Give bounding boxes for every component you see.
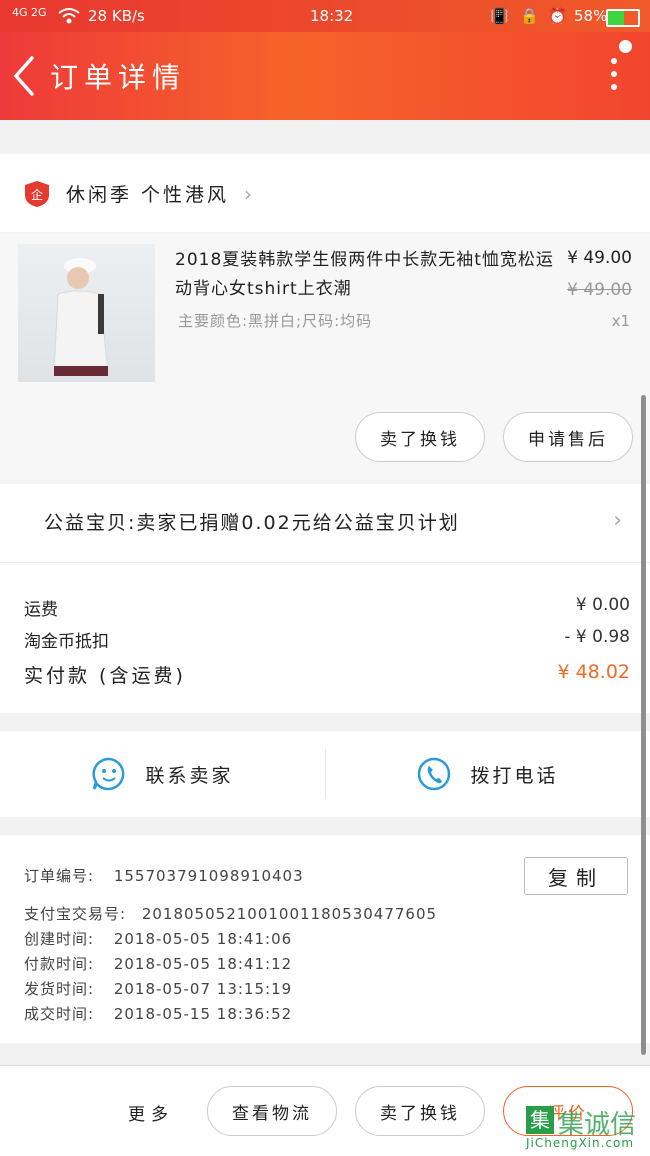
net-speed: 28 KB/s [88,7,145,25]
paid-time-row: 付款时间: 2018-05-05 18:41:12 [24,953,292,974]
network-indicator: 4G 2G [12,6,47,19]
fee-value: - ¥ 0.98 [564,627,630,647]
view-logistics-button[interactable]: 查看物流 [207,1086,337,1136]
product-quantity: x1 [611,312,630,330]
product-price: ¥ 49.00 [567,248,632,268]
lock-icon: 🔒 [520,7,539,25]
call-label: 拨打电话 [470,764,559,787]
battery-percent: 58% [574,7,608,25]
watermark-logo: 集 [526,1106,554,1134]
wifi-icon [58,7,80,29]
info-label: 付款时间: [24,955,95,973]
product-thumbnail[interactable] [18,244,155,382]
shipped-time-row: 发货时间: 2018-05-07 13:15:19 [24,978,292,999]
product-title[interactable]: 2018夏装韩款学生假两件中长款无袖t恤宽松运动背心女tshirt上衣潮 [175,246,565,304]
chat-icon [92,757,125,791]
status-bar: 4G 2G 28 KB/s 18:32 📳 🔒 ⏰ 58% [0,0,650,32]
watermark: 集 集诚信 JiChengXin.com [526,1106,644,1152]
vibrate-icon: 📳 [490,7,509,25]
order-number: 155703791098910403 [113,867,304,885]
store-row[interactable]: 企 休闲季 个性港风 › [0,154,650,232]
order-item: 2018夏装韩款学生假两件中长款无袖t恤宽松运动背心女tshirt上衣潮 主要颜… [0,234,650,480]
battery-icon [606,9,640,27]
call-button[interactable]: 拨打电话 [325,731,650,817]
total-paid-value: ¥ 48.02 [557,661,630,683]
resell-button[interactable]: 卖了换钱 [355,412,485,462]
product-original-price: ¥ 49.00 [567,280,632,300]
after-sale-button[interactable]: 申请售后 [503,412,633,462]
fee-label: 运费 [24,600,58,620]
contact-seller-label: 联系卖家 [145,764,234,787]
fee-label: 实付款 (含运费) [24,665,186,687]
more-button[interactable]: 更多 [128,1100,174,1125]
fee-label: 淘金币抵扣 [24,632,109,652]
info-label: 创建时间: [24,930,95,948]
order-number-row: 订单编号: 155703791098910403 [24,865,304,886]
info-value: 2018-05-05 18:41:06 [113,930,293,948]
shipping-fee-row: 运费 ¥ 0.00 [24,595,630,620]
completed-time-row: 成交时间: 2018-05-15 18:36:52 [24,1003,292,1024]
order-info: 订单编号: 155703791098910403 复制 支付宝交易号: 2018… [0,835,650,1043]
alipay-trade-row: 支付宝交易号: 2018050521001001180530477605 [24,903,437,924]
svg-text:企: 企 [31,187,43,202]
charity-text: 公益宝贝:卖家已捐赠0.02元给公益宝贝计划 [44,512,460,534]
more-menu-button[interactable] [606,58,622,98]
back-arrow-icon [13,56,34,96]
contact-bar: 联系卖家 拨打电话 [0,731,650,817]
total-paid-row: 实付款 (含运费) ¥ 48.02 [24,661,630,688]
notification-dot [619,40,632,53]
info-label: 发货时间: [24,980,95,998]
created-time-row: 创建时间: 2018-05-05 18:41:06 [24,928,292,949]
chevron-right-icon: › [613,508,622,533]
phone-icon [418,757,451,791]
back-button[interactable] [8,52,44,100]
info-value: 2018-05-07 13:15:19 [113,980,293,998]
info-value: 2018-05-05 18:41:12 [113,955,293,973]
info-label: 订单编号: [24,867,95,885]
scrollbar[interactable] [641,395,646,1055]
charity-row[interactable]: 公益宝贝:卖家已捐赠0.02元给公益宝贝计划 › [0,484,650,563]
info-label: 成交时间: [24,1005,95,1023]
coin-deduction-row: 淘金币抵扣 - ¥ 0.98 [24,627,630,652]
clock: 18:32 [310,7,354,25]
info-value: 2018050521001001180530477605 [141,905,438,923]
store-badge-icon: 企 [25,181,49,207]
fee-summary: 运费 ¥ 0.00 淘金币抵扣 - ¥ 0.98 实付款 (含运费) ¥ 48.… [0,563,650,713]
nav-header: 订单详情 [0,32,650,120]
page-title: 订单详情 [50,61,187,94]
bottom-action-bar: 更多 查看物流 卖了换钱 评价 集 集诚信 JiChengXin.com [0,1065,650,1156]
resell-bottom-button[interactable]: 卖了换钱 [355,1086,485,1136]
store-name: 休闲季 个性港风 [66,184,230,206]
alarm-icon: ⏰ [548,7,567,25]
product-spec: 主要颜色:黑拼白;尺码:均码 [178,312,373,330]
copy-button[interactable]: 复制 [524,857,628,895]
info-label: 支付宝交易号: [24,905,127,923]
fee-value: ¥ 0.00 [575,595,630,615]
chevron-right-icon: › [244,182,252,206]
more-dots-icon [611,58,617,64]
contact-seller-button[interactable]: 联系卖家 [0,731,325,817]
watermark-url: JiChengXin.com [526,1136,635,1150]
info-value: 2018-05-15 18:36:52 [113,1005,293,1023]
